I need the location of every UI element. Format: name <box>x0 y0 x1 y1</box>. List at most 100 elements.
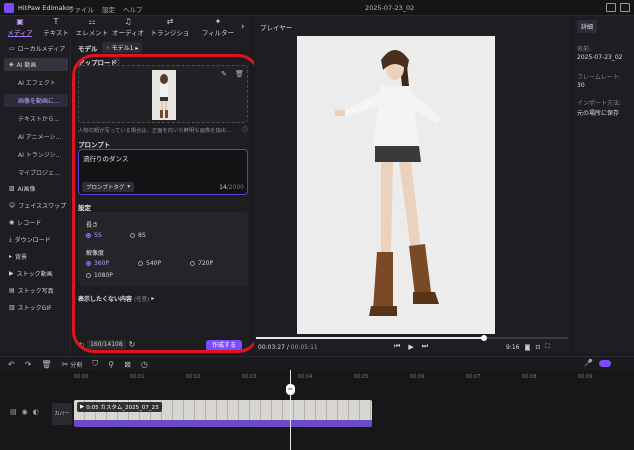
resolution-720p-radio[interactable]: 720P <box>190 260 213 267</box>
sidebar-item-text-to-video[interactable]: テキストから... <box>4 112 68 125</box>
prompt-text[interactable]: 流行りのダンス <box>83 153 128 163</box>
player-options: 9:16 ◙ ⊡ ⛶ <box>506 343 550 351</box>
trash-icon[interactable]: 🗑 <box>235 70 244 78</box>
sidebar-item-stock-gif[interactable]: ▥ ストックGIF <box>4 301 68 314</box>
length-8s-radio[interactable]: 8S <box>130 232 146 239</box>
tab-audio[interactable]: ♫ オーディオ <box>110 17 146 37</box>
ruler-tick-label: 00:00 <box>74 374 89 380</box>
speed-icon[interactable]: ◷ <box>141 360 148 369</box>
microphone-icon[interactable]: 🎤 <box>584 359 593 367</box>
menu-bar: ファイル 設定 ヘルプ <box>68 4 143 14</box>
progress-handle[interactable] <box>481 335 487 341</box>
refresh-icon[interactable]: ↻ <box>129 340 136 349</box>
crop-icon[interactable]: ⊠ <box>124 360 131 369</box>
filter-icon: ✦ <box>214 17 222 26</box>
sidebar-item-background[interactable]: ▸ 背景 <box>4 250 68 263</box>
cover-thumbnail[interactable]: カバー <box>52 403 72 425</box>
elements-icon: ⚏ <box>88 17 96 26</box>
timeline-ruler[interactable]: 00:00 00:01 00:02 00:03 00:04 00:05 00:06 00:07… <box>74 374 634 384</box>
shield-icon[interactable]: ⛉ <box>92 359 98 369</box>
radio-selected-icon <box>86 261 91 266</box>
tab-text[interactable]: T テキスト <box>38 17 74 37</box>
ruler-tick-label: 00:07 <box>466 374 481 380</box>
generate-button[interactable]: 作成する <box>206 340 242 351</box>
sidebar-item-stock-video[interactable]: ▶ ストック動画 <box>4 267 68 280</box>
ruler-tick-label: 00:04 <box>298 374 313 380</box>
length-5s-radio[interactable]: 5S <box>86 232 102 239</box>
step-back-icon[interactable]: ⏮ <box>394 342 400 351</box>
negative-prompt-toggle[interactable]: 表示したくない内容 (任意) ▸ <box>78 294 154 303</box>
sidebar-item-ai-video[interactable]: ◈ AI 動画 <box>4 58 68 71</box>
magnet-toggle[interactable] <box>598 359 611 367</box>
ruler-tick-label: 00:09 <box>578 374 593 380</box>
resolution-540p-radio[interactable]: 540P <box>138 260 161 267</box>
framerate-value: 30 <box>577 82 585 89</box>
playhead[interactable] <box>290 370 291 450</box>
sidebar-item-download[interactable]: ⤓ ダウンロード <box>4 233 68 246</box>
model-select[interactable]: ⚡ モデル1 ▸ <box>101 42 143 53</box>
menu-settings[interactable]: 設定 <box>102 4 115 14</box>
play-icon[interactable]: ▶ <box>408 343 413 351</box>
name-label: 名前: <box>577 46 592 53</box>
marker-icon[interactable]: ⚲ <box>108 360 114 369</box>
monitor-icon[interactable] <box>606 3 616 12</box>
fullscreen-icon[interactable]: ⛶ <box>545 343 549 351</box>
lock-icon[interactable]: ▤ <box>10 408 17 416</box>
sidebar-item-ai-transition[interactable]: AI トランジシ... <box>4 148 68 161</box>
video-preview[interactable] <box>297 36 495 334</box>
prompt-tag-button[interactable]: プロンプトタグ ▾ <box>82 182 135 192</box>
prompt-input[interactable]: 流行りのダンス プロンプトタグ ▾ 14/2000 <box>78 149 248 195</box>
tab-transition[interactable]: ⇄トランジション <box>148 17 192 47</box>
ruler-tick-label: 00:06 <box>410 374 425 380</box>
redo-icon[interactable]: ↷ <box>25 360 32 369</box>
sidebar-item-record[interactable]: ◉ レコード <box>4 216 68 229</box>
radio-icon <box>138 261 143 266</box>
undo-icon[interactable]: ↶ <box>8 360 15 369</box>
coin-icon: ◐ <box>78 340 85 349</box>
camera-icon[interactable]: ◙ <box>524 344 530 351</box>
split-button[interactable]: ✂ 分割 <box>62 360 83 369</box>
edit-icon[interactable]: ✎ <box>221 70 227 78</box>
resolution-360p-radio[interactable]: 360P <box>86 260 109 267</box>
sidebar-item-face-swap[interactable]: ☺ フェイススワップ <box>4 199 68 212</box>
delete-icon[interactable]: 🗑 <box>41 360 51 369</box>
resolution-1080p-radio[interactable]: 1080P <box>86 272 113 279</box>
playhead-handle-scissors-icon[interactable]: ✂ <box>286 384 295 395</box>
radio-selected-icon <box>86 233 91 238</box>
media-icon: ▣ <box>16 17 24 26</box>
prompt-label: プロンプト <box>78 141 111 149</box>
tab-media[interactable]: ▣ メディア <box>2 17 38 37</box>
menu-file[interactable]: ファイル <box>68 4 94 14</box>
sidebar-item-my-projects[interactable]: マイプロジェ... <box>4 166 68 179</box>
photo-icon: ▤ <box>9 287 15 294</box>
video-clip[interactable]: ▶ 0:05 カスタム_2025_07_23 <box>74 400 372 427</box>
tab-details[interactable]: 詳細 <box>577 20 598 33</box>
sidebar-item-stock-photo[interactable]: ▤ ストック写真 <box>4 284 68 297</box>
hint-info-icon[interactable]: ⓘ <box>242 125 248 134</box>
chevron-right-icon[interactable]: › <box>241 22 245 32</box>
tab-filter[interactable]: ✦ フィルター <box>196 17 240 37</box>
sidebar-item-image-to-video[interactable]: 画像を動画に... <box>4 94 68 107</box>
details-panel: 詳細 名前: 2025-07-23_02 フレームレート: 30 インポート方法… <box>573 16 634 354</box>
fit-icon[interactable]: ⊡ <box>535 344 540 351</box>
sidebar-item-ai-animation[interactable]: AI アニメーシ... <box>4 130 68 143</box>
ai-icon: ◈ <box>9 61 14 68</box>
eye-icon[interactable]: ◉ <box>22 408 28 416</box>
window-menu-icon[interactable] <box>620 3 630 12</box>
download-icon: ⤓ <box>9 235 12 243</box>
step-forward-icon[interactable]: ⏭ <box>422 342 428 351</box>
sidebar-item-ai-effect[interactable]: AI エフェクト <box>4 76 68 89</box>
timeline: 00:00 00:01 00:02 00:03 00:04 00:05 00:06 00:07… <box>0 370 634 450</box>
upload-area[interactable]: ✎ 🗑 <box>78 65 248 123</box>
aspect-ratio-select[interactable]: 9:16 <box>506 344 519 351</box>
sidebar-item-local-media[interactable]: ▭ ローカルメディア <box>4 42 68 55</box>
sidebar-item-ai-image[interactable]: ▨ AI画像 <box>4 182 68 195</box>
audio-toggle-icon[interactable]: ◐ <box>33 408 39 416</box>
menu-help[interactable]: ヘルプ <box>123 4 143 14</box>
tab-elements[interactable]: ⚏ エレメント <box>74 17 110 37</box>
radio-icon <box>86 273 91 278</box>
gif-icon: ▥ <box>9 304 15 311</box>
settings-label: 設定 <box>78 204 91 212</box>
ruler-tick-label: 00:08 <box>522 374 537 380</box>
project-title: 2025-07-23_02 <box>365 4 415 12</box>
